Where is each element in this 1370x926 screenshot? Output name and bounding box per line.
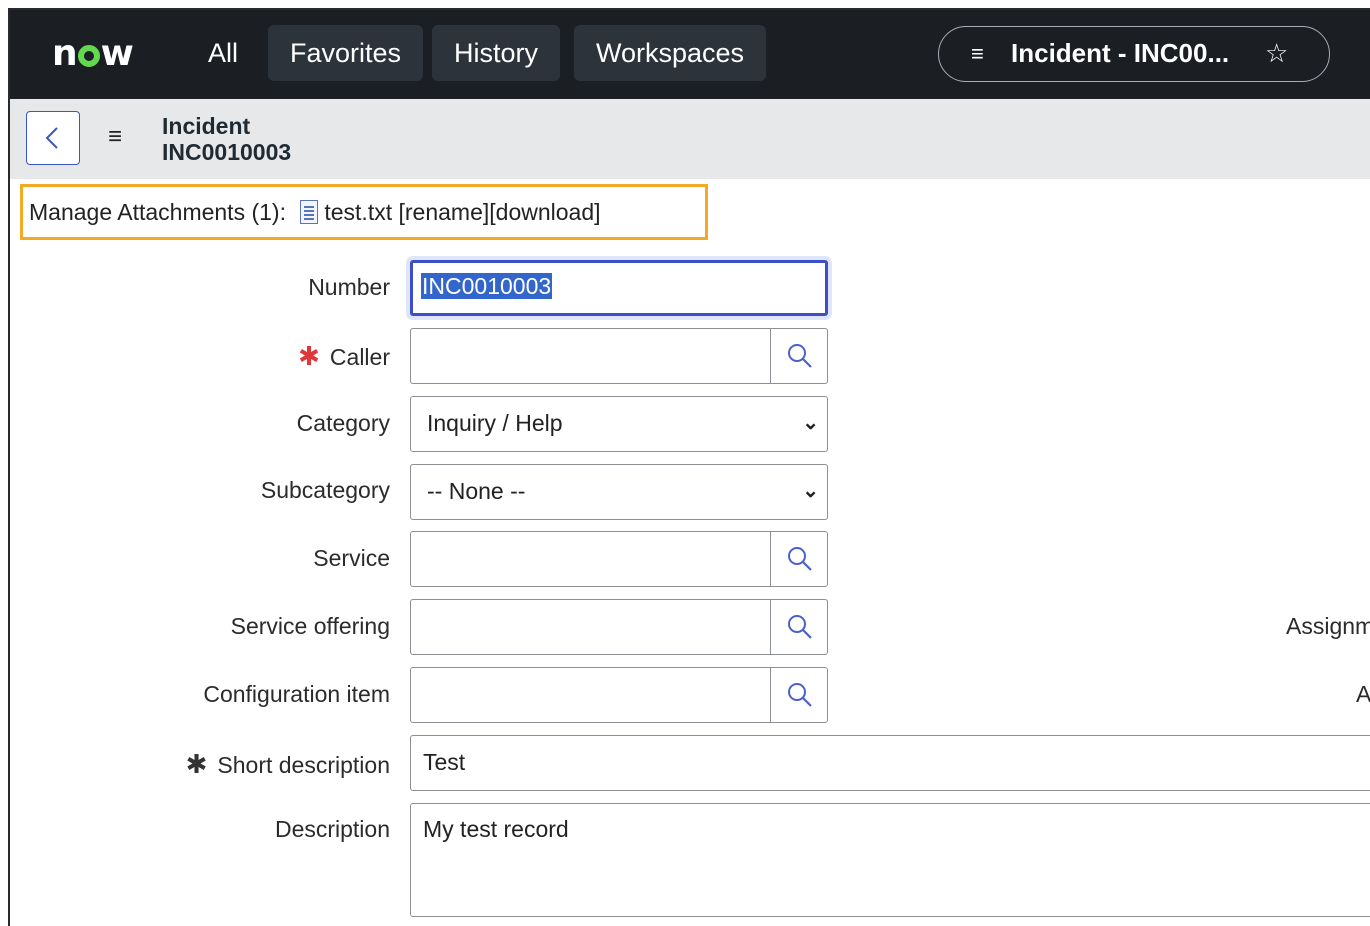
assignment-group-label: Assignm (1286, 613, 1370, 639)
configuration-item-input[interactable] (411, 668, 771, 722)
nav-history-button[interactable]: History (432, 25, 561, 81)
list-icon: ≡ (971, 41, 984, 66)
required-marker: ✱ (298, 341, 320, 371)
app-window: nw All Favorites History Workspaces ≡ In… (8, 8, 1370, 926)
assigned-to-label: A (1356, 681, 1370, 707)
manage-attachments-bar: Manage Attachments (1): test.txt [rename… (20, 184, 708, 240)
service-label: Service (313, 545, 390, 571)
record-type: Incident (162, 113, 251, 139)
description-textarea[interactable]: My test record (410, 803, 1370, 917)
rename-link[interactable]: [rename] (399, 199, 490, 225)
chevron-down-icon: ⌄ (802, 412, 819, 434)
hamburger-menu-icon[interactable]: ≡ (108, 123, 122, 151)
caller-input[interactable] (411, 329, 771, 383)
category-label: Category (296, 410, 390, 436)
service-lookup-button[interactable] (770, 532, 827, 586)
download-link[interactable]: [download] (489, 199, 600, 225)
short-description-input[interactable]: Test (410, 735, 1370, 791)
caller-field (410, 328, 828, 384)
context-title-pill[interactable]: ≡ Incident - INC00... ☆ (938, 26, 1330, 82)
text-file-icon (300, 200, 319, 224)
service-offering-lookup-button[interactable] (770, 600, 827, 654)
subcategory-select[interactable]: -- None -- ⌄ (410, 464, 828, 520)
description-label: Description (274, 816, 390, 842)
chevron-down-icon: ⌄ (802, 480, 819, 502)
category-selected-value: Inquiry / Help (427, 410, 563, 436)
logo-ring-icon (77, 45, 100, 67)
service-offering-input[interactable] (411, 600, 771, 654)
record-header: ≡ Incident INC0010003 (10, 99, 1370, 179)
number-field[interactable]: INC0010003 (410, 260, 828, 316)
caller-lookup-button[interactable] (770, 329, 827, 383)
required-marker: ✱ (185, 749, 208, 779)
context-title-text: Incident - INC00... (1011, 38, 1230, 68)
configuration-item-lookup-button[interactable] (770, 668, 827, 722)
caller-label: ✱ Caller (298, 341, 390, 371)
service-input[interactable] (411, 532, 771, 586)
configuration-item-label: Configuration item (203, 681, 390, 707)
nav-all-button[interactable]: All (186, 25, 260, 81)
short-description-label: ✱ Short description (185, 749, 390, 779)
service-offering-field (410, 599, 828, 655)
nav-workspaces-button[interactable]: Workspaces (574, 25, 767, 81)
search-icon (788, 683, 812, 707)
subcategory-label: Subcategory (260, 477, 390, 503)
star-outline-icon[interactable]: ☆ (1265, 27, 1288, 80)
subcategory-selected-value: -- None -- (427, 478, 526, 504)
nav-favorites-button[interactable]: Favorites (268, 25, 424, 81)
search-icon (788, 615, 812, 639)
category-select[interactable]: Inquiry / Help ⌄ (410, 396, 828, 452)
service-field (410, 531, 828, 587)
chevron-left-icon (45, 127, 58, 149)
back-button[interactable] (26, 111, 80, 165)
top-navigation-bar: nw All Favorites History Workspaces ≡ In… (10, 10, 1370, 99)
record-title: Incident INC0010003 (162, 113, 291, 165)
search-icon (788, 547, 812, 571)
search-icon (788, 344, 812, 368)
attachment-file-link[interactable]: test.txt (324, 199, 392, 225)
configuration-item-field (410, 667, 828, 723)
manage-attachments-link[interactable]: Manage Attachments (1): (29, 199, 286, 225)
servicenow-logo[interactable]: nw (52, 34, 134, 74)
number-label: Number (308, 274, 390, 300)
record-number: INC0010003 (162, 139, 292, 165)
service-offering-label: Service offering (230, 613, 390, 639)
